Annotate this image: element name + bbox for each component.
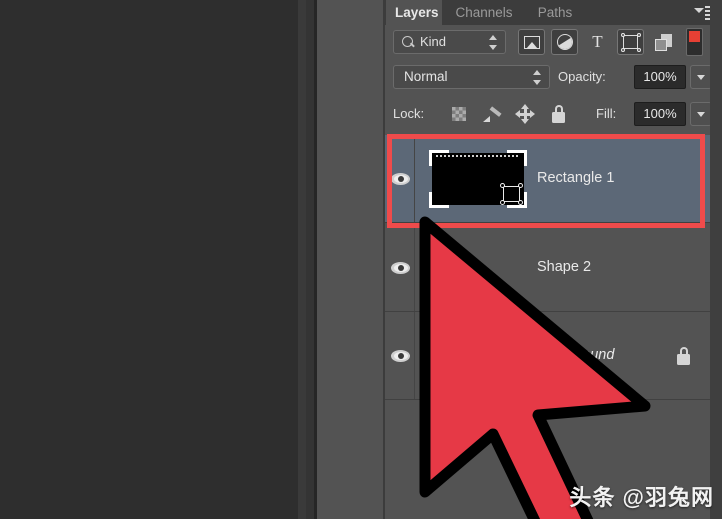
opacity-dropdown-button[interactable]	[690, 65, 712, 89]
lock-image-pixels-icon	[483, 106, 502, 122]
image-filter-icon	[524, 36, 540, 49]
layer-name[interactable]: Shape 2	[537, 259, 591, 275]
panel-tab-bar: Layers Channels Paths	[385, 0, 722, 25]
table-row[interactable]: Background	[385, 312, 710, 400]
blend-mode-value: Normal	[404, 69, 448, 84]
layer-filter-row: Kind T	[385, 25, 722, 60]
tab-layers[interactable]: Layers	[386, 0, 442, 25]
canvas-workspace	[0, 0, 298, 519]
shape-filter-icon	[620, 32, 641, 52]
panel-right-rail	[710, 0, 722, 519]
layers-panel: Layers Channels Paths Kind T Normal Opac…	[385, 0, 722, 519]
lock-transparent-pixels-icon	[452, 107, 466, 121]
eye-icon	[391, 261, 410, 274]
workspace-divider-b	[306, 0, 314, 519]
fill-label: Fill:	[596, 106, 617, 121]
filter-type-button[interactable]: T	[584, 29, 611, 55]
lock-position-button[interactable]	[513, 102, 537, 126]
layer-visibility-toggle[interactable]	[385, 135, 415, 222]
fill-value: 100%	[643, 106, 677, 121]
panel-dock-column	[317, 0, 383, 519]
layer-visibility-toggle[interactable]	[385, 312, 415, 399]
stepper-arrows-icon	[489, 35, 498, 50]
layer-visibility-toggle[interactable]	[385, 224, 415, 311]
lock-image-pixels-button[interactable]	[480, 102, 504, 126]
lock-position-icon	[515, 104, 535, 124]
eye-icon	[391, 172, 410, 185]
tab-paths[interactable]: Paths	[528, 0, 582, 25]
fill-input[interactable]: 100%	[634, 102, 686, 126]
layer-thumbnail[interactable]	[429, 149, 527, 208]
opacity-input[interactable]: 100%	[634, 65, 686, 89]
opacity-value: 100%	[643, 69, 677, 84]
layer-locked-icon	[677, 346, 690, 365]
lock-all-icon	[552, 105, 565, 123]
tab-channels[interactable]: Channels	[446, 0, 522, 25]
blend-opacity-row: Normal Opacity: 100%	[385, 60, 722, 95]
filter-enable-toggle[interactable]	[686, 28, 703, 56]
adjustment-filter-icon	[557, 34, 573, 50]
workspace-divider-a	[298, 0, 306, 519]
blend-mode-select[interactable]: Normal	[393, 65, 550, 89]
filter-kind-label: Kind	[420, 34, 447, 49]
filter-smart-object-button[interactable]	[650, 29, 677, 55]
smart-object-filter-icon	[655, 34, 673, 51]
watermark-text: 头条 @羽兔网	[569, 485, 714, 510]
layer-name[interactable]: Background	[537, 347, 614, 363]
chevron-down-icon	[694, 8, 704, 13]
table-row[interactable]: Rectangle 1	[385, 135, 710, 223]
lock-all-button[interactable]	[546, 102, 570, 126]
filter-shape-button[interactable]	[617, 29, 644, 55]
search-icon	[402, 36, 413, 47]
opacity-label: Opacity:	[558, 69, 606, 84]
filter-kind-select[interactable]: Kind	[393, 30, 506, 54]
shape-layer-badge-icon	[500, 182, 523, 205]
stepper-arrows-icon	[533, 70, 542, 85]
filter-image-button[interactable]	[518, 29, 545, 55]
eye-icon	[391, 349, 410, 362]
type-filter-icon: T	[592, 32, 603, 51]
lock-label: Lock:	[393, 106, 425, 121]
lock-transparent-pixels-button[interactable]	[447, 102, 471, 126]
filter-adjustment-button[interactable]	[551, 29, 578, 55]
lock-fill-row: Lock: Fill: 100%	[385, 95, 722, 133]
layer-list: Rectangle 1 Shape 2 Background	[385, 133, 710, 519]
photoshop-layers-panel-screenshot: Layers Channels Paths Kind T Normal Opac…	[0, 0, 722, 519]
table-row[interactable]: Shape 2	[385, 224, 710, 312]
layer-name[interactable]: Rectangle 1	[537, 170, 614, 186]
fill-dropdown-button[interactable]	[690, 102, 712, 126]
